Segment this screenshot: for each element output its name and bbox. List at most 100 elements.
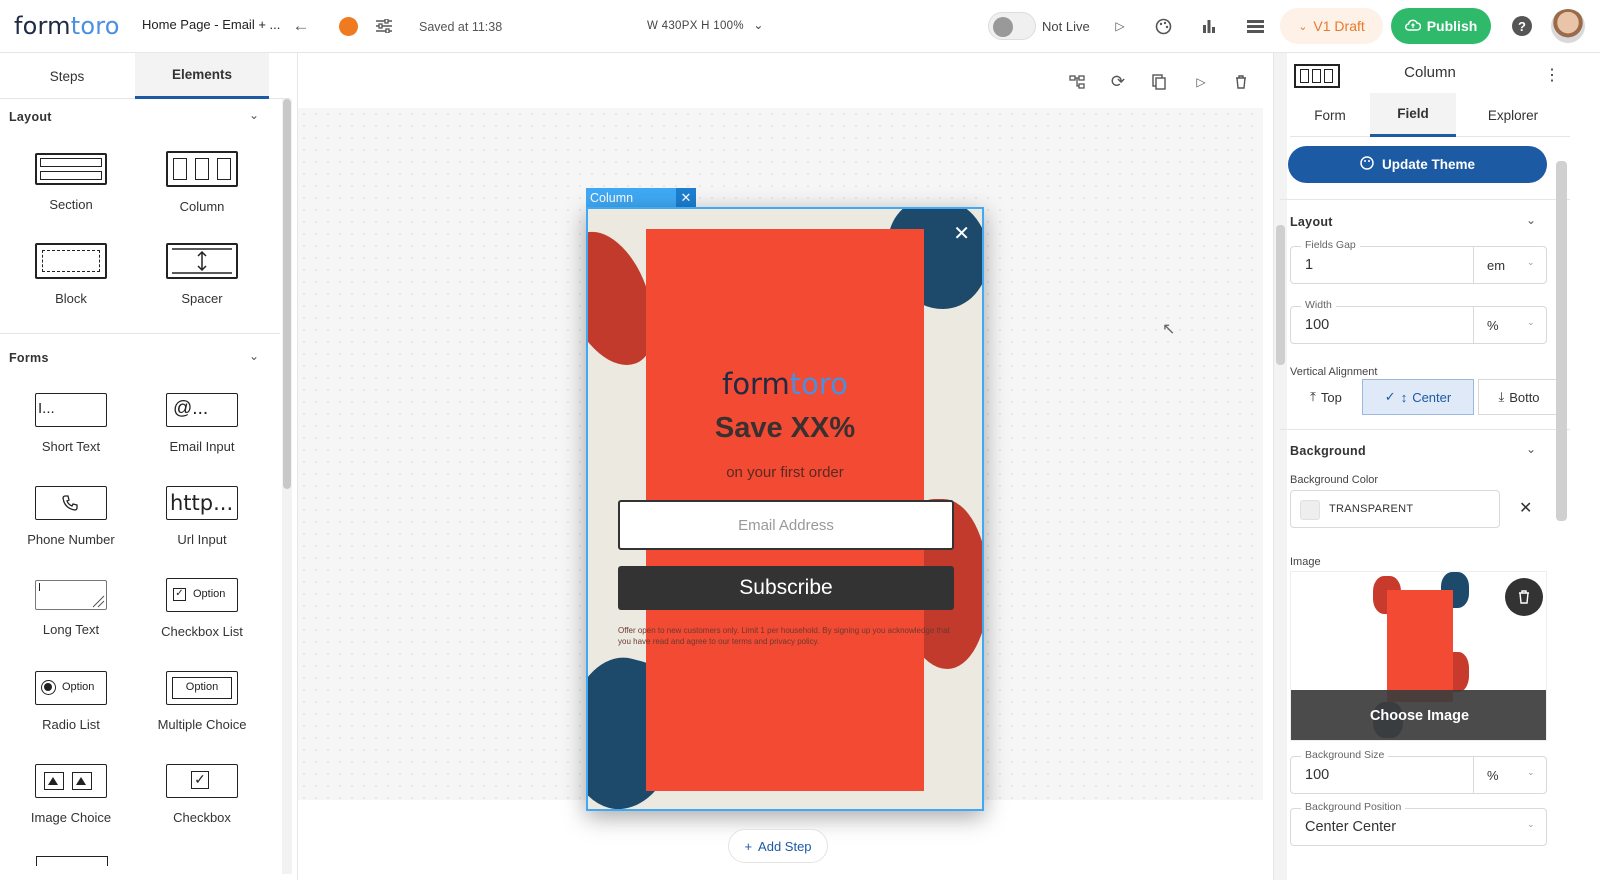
hierarchy-icon[interactable] (1064, 69, 1090, 95)
status-color-dot[interactable] (339, 17, 358, 36)
field-value[interactable]: 100 (1305, 317, 1329, 333)
background-color-input[interactable]: TRANSPARENT (1290, 490, 1500, 528)
unit-select[interactable]: % (1487, 318, 1499, 333)
list-icon[interactable] (1242, 13, 1268, 39)
email-field[interactable]: Email Address (618, 500, 954, 550)
popup-fineprint[interactable]: Offer open to new customers only. Limit … (618, 625, 954, 647)
element-spacer[interactable]: Spacer (135, 243, 269, 306)
clear-icon[interactable]: ✕ (1519, 498, 1532, 518)
unit-select[interactable]: % (1487, 768, 1499, 783)
chevron-down-icon[interactable]: ⌄ (1526, 442, 1536, 456)
analytics-icon[interactable] (1196, 13, 1222, 39)
element-email-input[interactable]: @... Email Input (135, 393, 269, 454)
subscribe-button[interactable]: Subscribe (618, 566, 954, 610)
chevron-down-icon[interactable]: ⌄ (1526, 213, 1536, 227)
popup-subheadline[interactable]: on your first order (588, 464, 982, 481)
duplicate-icon[interactable] (1146, 69, 1172, 95)
multiple-choice-icon: Option (166, 671, 238, 705)
top-bar: formtoro Home Page - Email + ... ← Saved… (0, 0, 1600, 53)
element-column[interactable]: Column (135, 151, 269, 214)
tab-elements[interactable]: Elements (135, 53, 269, 99)
element-block[interactable]: Block (4, 243, 138, 306)
element-short-text[interactable]: I... Short Text (4, 393, 138, 454)
properties-scrollbar[interactable] (1556, 161, 1567, 521)
next-element-tile-partial[interactable] (36, 856, 108, 866)
valign-center-button[interactable]: ✓ ↕ Center (1362, 379, 1474, 415)
close-icon[interactable]: ✕ (676, 188, 696, 208)
valign-top-button[interactable]: ⤒ Top (1290, 379, 1362, 415)
element-phone-number[interactable]: Phone Number (4, 486, 138, 547)
trash-icon[interactable] (1505, 578, 1543, 616)
background-size-input[interactable]: Background Size 100 % ⌄ (1290, 749, 1547, 794)
element-radio-list[interactable]: Option Radio List (4, 671, 138, 732)
chevron-down-icon[interactable]: ⌄ (1527, 819, 1535, 830)
help-icon[interactable]: ? (1512, 16, 1532, 36)
chevron-down-icon[interactable]: ⌄ (249, 108, 259, 122)
tab-explorer[interactable]: Explorer (1456, 93, 1570, 137)
canvas-dimensions[interactable]: W 430PX H 100% ⌄ (647, 18, 764, 32)
element-long-text[interactable]: Long Text (4, 580, 138, 637)
chevron-down-icon[interactable]: ⌄ (249, 349, 259, 363)
add-step-button[interactable]: + Add Step (728, 829, 828, 863)
element-url-input[interactable]: http... Url Input (135, 486, 269, 547)
close-icon[interactable]: ✕ (953, 221, 970, 246)
element-checkbox[interactable]: ✓ Checkbox (135, 764, 269, 825)
color-swatch[interactable] (1300, 500, 1320, 520)
unit-select[interactable]: em (1487, 258, 1505, 273)
background-image-preview[interactable]: Choose Image (1290, 571, 1547, 741)
width-input[interactable]: Width 100 % ⌄ (1290, 299, 1547, 344)
chevron-down-icon[interactable]: ⌄ (1527, 767, 1535, 778)
element-label: Image Choice (30, 810, 112, 825)
phone-icon (35, 486, 107, 520)
refresh-icon[interactable]: ⟳ (1105, 69, 1131, 95)
field-value[interactable]: 100 (1305, 767, 1329, 783)
chevron-down-icon: ⌄ (1298, 20, 1308, 33)
choose-image-button[interactable]: Choose Image (1291, 690, 1546, 740)
background-section-heading[interactable]: Background (1290, 444, 1366, 458)
tab-form[interactable]: Form (1290, 93, 1370, 137)
element-section[interactable]: Section (4, 153, 138, 212)
properties-panel: Column ⋮ Form Field Explorer Update Them… (1273, 53, 1600, 880)
chevron-down-icon[interactable]: ⌄ (753, 18, 763, 32)
play-icon[interactable]: ▷ (1107, 13, 1133, 39)
spacer-icon (166, 243, 238, 279)
back-arrow-icon[interactable]: ← (288, 13, 314, 39)
popup-preview[interactable]: ✕ formtoro Save XX% on your first order … (586, 207, 984, 811)
field-value[interactable]: 1 (1305, 257, 1313, 273)
element-image-choice[interactable]: Image Choice (4, 764, 138, 825)
canvas-scrollbar[interactable] (1274, 53, 1287, 880)
canvas-area: ⟳ ▷ Column ✕ ✕ formtoro Save XX% on your… (298, 53, 1273, 880)
chevron-down-icon[interactable]: ⌄ (1527, 317, 1535, 328)
delete-icon[interactable] (1228, 69, 1254, 95)
publish-button[interactable]: Publish (1391, 8, 1491, 44)
field-value[interactable]: Center Center (1305, 819, 1396, 835)
preview-play-icon[interactable]: ▷ (1188, 69, 1214, 95)
fields-gap-input[interactable]: Fields Gap 1 em ⌄ (1290, 239, 1547, 284)
settings-sliders-icon[interactable] (371, 13, 397, 39)
page-title[interactable]: Home Page - Email + ... (142, 17, 280, 32)
valign-bottom-button[interactable]: ⤓ Botto (1478, 379, 1560, 415)
tab-field[interactable]: Field (1370, 93, 1456, 137)
forms-section-heading[interactable]: Forms (9, 351, 49, 365)
color-value: TRANSPARENT (1329, 503, 1414, 515)
checkbox-icon: ✓ (166, 764, 238, 798)
live-toggle[interactable] (988, 12, 1036, 40)
design-canvas[interactable]: Column ✕ ✕ formtoro Save XX% on your fir… (298, 108, 1263, 811)
left-scrollbar[interactable] (282, 99, 292, 874)
align-top-icon: ⤒ (1310, 389, 1316, 404)
element-checkbox-list[interactable]: ✓ Option Checkbox List (135, 578, 269, 639)
chevron-down-icon[interactable]: ⌄ (1527, 257, 1535, 268)
element-multiple-choice[interactable]: Option Multiple Choice (135, 671, 269, 732)
version-draft-button[interactable]: ⌄ V1 Draft (1280, 8, 1383, 44)
layout-section-heading[interactable]: Layout (9, 110, 52, 124)
tab-steps[interactable]: Steps (0, 53, 134, 99)
update-theme-button[interactable]: Update Theme (1288, 146, 1547, 183)
palette-icon[interactable] (1150, 13, 1176, 39)
popup-headline[interactable]: Save XX% (588, 412, 982, 445)
app-logo[interactable]: formtoro (14, 12, 120, 40)
background-position-select[interactable]: Background Position Center Center ⌄ (1290, 801, 1547, 846)
more-options-icon[interactable]: ⋮ (1544, 65, 1560, 85)
layout-section-heading[interactable]: Layout (1290, 215, 1333, 229)
avatar[interactable] (1551, 9, 1585, 43)
column-selection-tag[interactable]: Column ✕ (586, 188, 696, 208)
